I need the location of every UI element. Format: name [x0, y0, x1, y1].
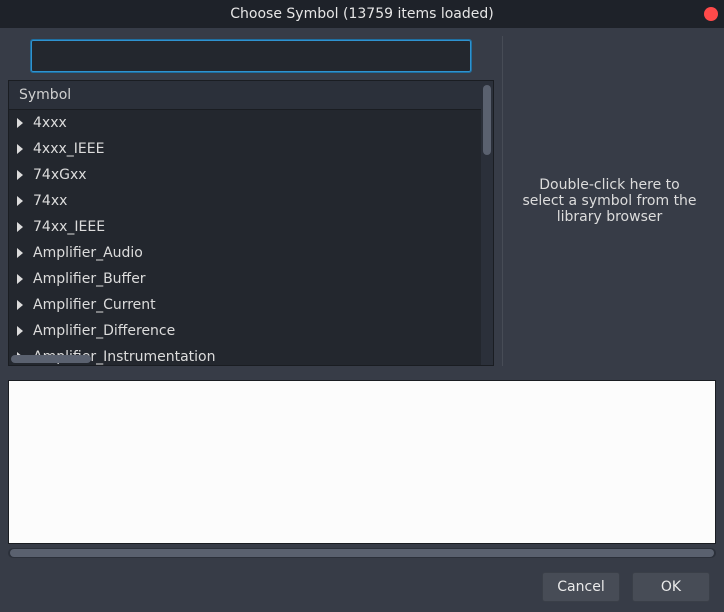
tree-item-label: 74xx: [33, 193, 67, 209]
triangle-right-icon[interactable]: [15, 300, 25, 310]
preview-hint: Double-click here to select a symbol fro…: [521, 177, 698, 225]
dialog-body: Symbol 4xxx 4xxx_IEEE 74xGxx 74xx 74xx_IEEE A…: [0, 28, 724, 612]
tree-item-label: Amplifier_Buffer: [33, 271, 146, 287]
symbol-tree: Symbol 4xxx 4xxx_IEEE 74xGxx 74xx 74xx_IEEE A…: [8, 80, 494, 366]
triangle-right-icon[interactable]: [15, 326, 25, 336]
dialog-window: Choose Symbol (13759 items loaded) Symbo…: [0, 0, 724, 612]
tree-item[interactable]: 74xx_IEEE: [9, 214, 481, 240]
tree-vertical-scrollbar[interactable]: [481, 81, 493, 365]
window-title: Choose Symbol (13759 items loaded): [230, 6, 493, 22]
tree-item-label: 74xx_IEEE: [33, 219, 105, 235]
triangle-right-icon[interactable]: [15, 274, 25, 284]
triangle-right-icon[interactable]: [15, 196, 25, 206]
tree-item-label: 4xxx: [33, 115, 67, 131]
tree-item[interactable]: Amplifier_Current: [9, 292, 481, 318]
triangle-right-icon[interactable]: [15, 222, 25, 232]
triangle-right-icon[interactable]: [15, 118, 25, 128]
tree-horizontal-scrollbar-thumb[interactable]: [11, 355, 91, 363]
triangle-right-icon[interactable]: [15, 248, 25, 258]
tree-item[interactable]: 4xxx: [9, 110, 481, 136]
close-icon[interactable]: [704, 7, 718, 21]
tree-item[interactable]: 4xxx_IEEE: [9, 136, 481, 162]
tree-item[interactable]: Amplifier_Buffer: [9, 266, 481, 292]
tree-item-label: Amplifier_Current: [33, 297, 156, 313]
top-row: Symbol 4xxx 4xxx_IEEE 74xGxx 74xx 74xx_IEEE A…: [8, 36, 716, 366]
left-pane: Symbol 4xxx 4xxx_IEEE 74xGxx 74xx 74xx_IEEE A…: [8, 36, 494, 366]
canvas-scrollbar-thumb[interactable]: [10, 549, 714, 557]
triangle-right-icon[interactable]: [15, 144, 25, 154]
tree-item-label: Amplifier_Audio: [33, 245, 143, 261]
tree-item[interactable]: 74xGxx: [9, 162, 481, 188]
search-input[interactable]: [31, 40, 471, 72]
tree-item[interactable]: Amplifier_Audio: [9, 240, 481, 266]
tree-item[interactable]: Amplifier_Difference: [9, 318, 481, 344]
symbol-canvas[interactable]: [8, 380, 716, 544]
titlebar: Choose Symbol (13759 items loaded): [0, 0, 724, 28]
cancel-button[interactable]: Cancel: [542, 572, 620, 602]
triangle-right-icon[interactable]: [15, 170, 25, 180]
preview-pane[interactable]: Double-click here to select a symbol fro…: [502, 36, 716, 366]
tree-body: 4xxx 4xxx_IEEE 74xGxx 74xx 74xx_IEEE Amplifie…: [9, 110, 481, 365]
tree-item[interactable]: 74xx: [9, 188, 481, 214]
tree-item-label: 4xxx_IEEE: [33, 141, 104, 157]
canvas-horizontal-scrollbar[interactable]: [8, 548, 716, 558]
tree-item-label: Amplifier_Difference: [33, 323, 175, 339]
search-wrap: [8, 36, 494, 80]
scrollbar-thumb[interactable]: [483, 85, 491, 155]
tree-item-label: 74xGxx: [33, 167, 87, 183]
ok-button[interactable]: OK: [632, 572, 710, 602]
tree-scroll: Symbol 4xxx 4xxx_IEEE 74xGxx 74xx 74xx_IEEE A…: [9, 81, 481, 365]
tree-header-symbol[interactable]: Symbol: [9, 81, 481, 110]
dialog-footer: Cancel OK: [8, 558, 716, 602]
